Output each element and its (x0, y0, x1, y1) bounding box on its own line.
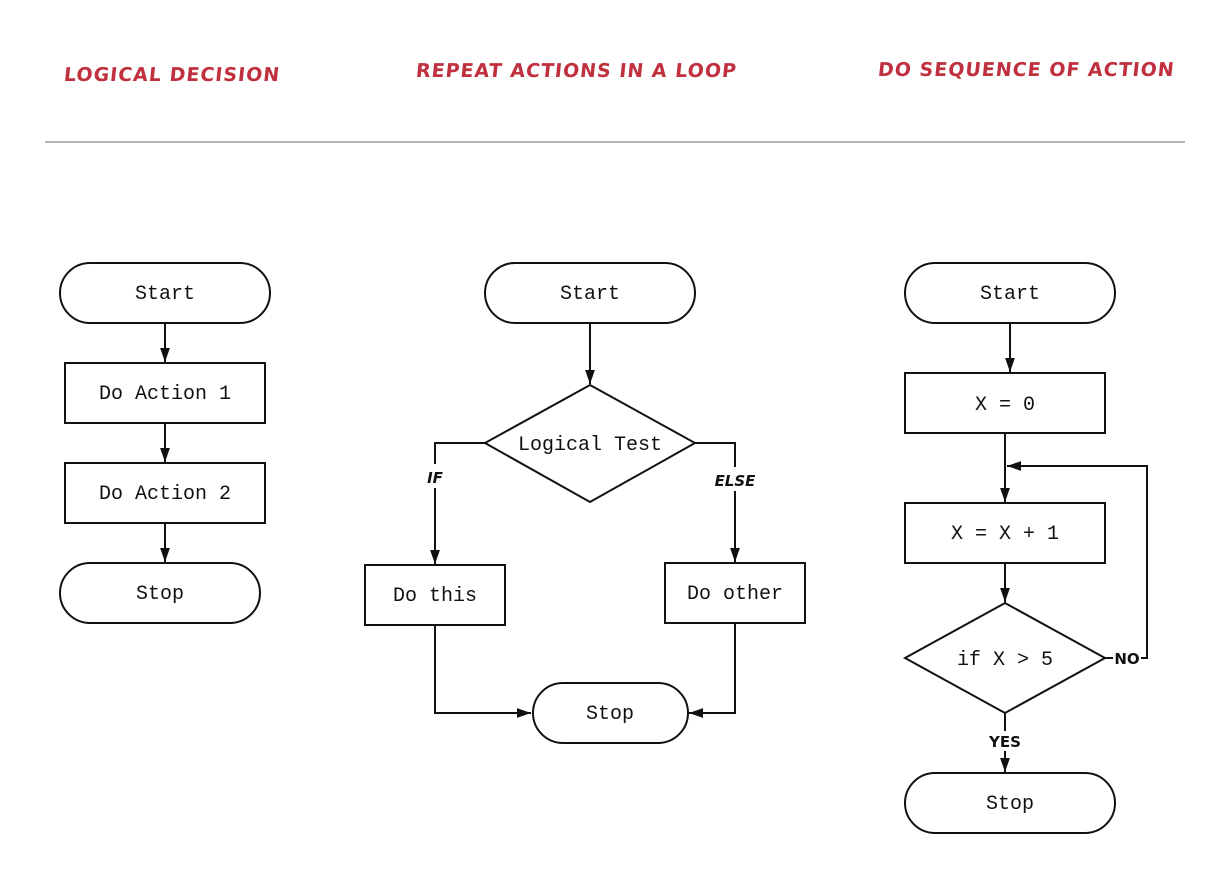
decision-stop-label: Stop (586, 703, 634, 726)
condition-label: if X > 5 (957, 649, 1053, 672)
flowchart-canvas: Start Do Action 1 Do Action 2 Stop Start… (59, 262, 1148, 834)
sequence-stop-label: Stop (136, 583, 184, 606)
if-label: IF (427, 469, 444, 487)
action1-label: Do Action 1 (99, 383, 231, 406)
flow-loop: Start X = 0 X = X + 1 if X > 5 NO YES St… (902, 262, 1148, 834)
decision-start-label: Start (560, 283, 620, 306)
action2-label: Do Action 2 (99, 483, 231, 506)
edge-this-to-stop (434, 625, 531, 718)
edge-other-to-stop (689, 623, 736, 718)
sequence-start-label: Start (135, 283, 195, 306)
no-label: NO (1114, 650, 1139, 668)
edge-else-branch (695, 442, 740, 562)
increment-label: X = X + 1 (951, 523, 1059, 546)
loop-stop-label: Stop (986, 793, 1034, 816)
init-label: X = 0 (975, 394, 1035, 417)
flow-decision: Start Logical Test IF ELSE Do this Do ot… (364, 262, 806, 744)
do-this-label: Do this (393, 585, 477, 608)
loop-start-label: Start (980, 283, 1040, 306)
logical-test-label: Logical Test (518, 434, 662, 457)
else-label: ELSE (715, 472, 757, 490)
do-other-label: Do other (687, 583, 783, 606)
flow-sequence: Start Do Action 1 Do Action 2 Stop (59, 262, 271, 624)
edge-if-branch (430, 442, 485, 564)
yes-label: YES (988, 733, 1021, 751)
